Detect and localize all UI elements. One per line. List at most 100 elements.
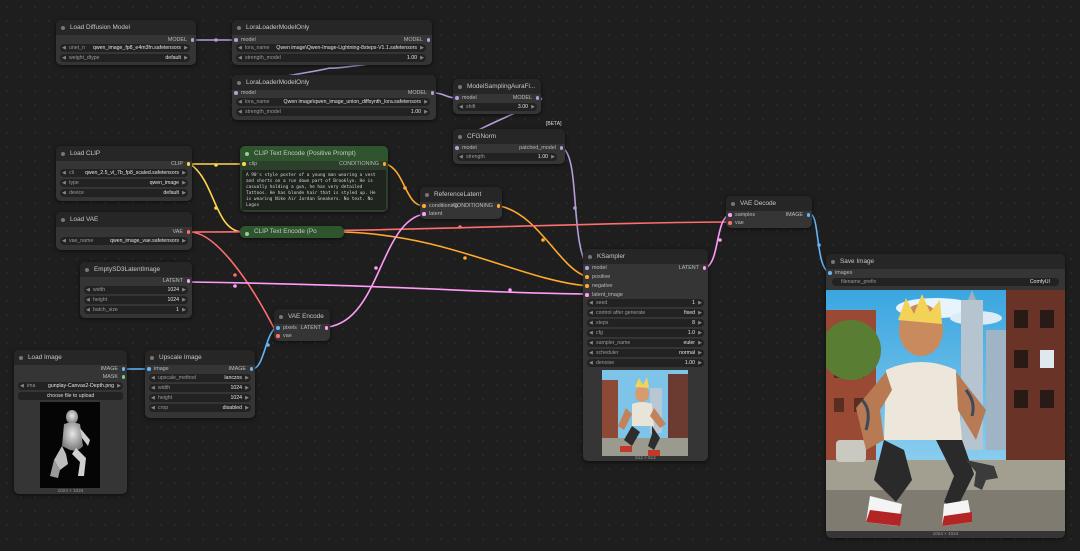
node-title[interactable]: Load Diffusion Model [56, 20, 196, 35]
output-image[interactable]: IMAGE [229, 365, 254, 373]
steps-widget[interactable]: ◀ steps 8 ▶ [587, 319, 704, 327]
wire-clip-neg [189, 163, 244, 233]
node-lora-loader-1[interactable]: LoraLoaderModelOnly model MODEL ◀ lora_na… [232, 20, 432, 65]
input-latent-image[interactable]: latent_image [585, 291, 623, 299]
upscale-method-widget[interactable]: ◀ upscale_method lanczos ▶ [149, 374, 251, 382]
node-title[interactable]: VAE Encode [274, 309, 330, 324]
vae-name-widget[interactable]: ◀ vae_name qwen_image_vae.safetensors ▶ [60, 237, 188, 245]
node-clip-text-encode-negative[interactable]: CLIP Text Encode (Po [240, 226, 344, 238]
crop-widget[interactable]: ◀ crop disabled ▶ [149, 404, 251, 412]
positive-prompt-textarea[interactable]: A 90's style poster of a young man weari… [242, 170, 386, 210]
clip-type-widget[interactable]: ◀ type qwen_image ▶ [60, 179, 188, 187]
input-model[interactable]: model [455, 144, 477, 152]
node-title[interactable]: Save Image [826, 254, 1065, 269]
input-vae[interactable]: vae [728, 219, 744, 227]
input-latent[interactable]: latent [422, 210, 442, 218]
output-model[interactable]: MODEL [513, 94, 540, 102]
clip-name-widget[interactable]: ◀ cli qwen_2.5_vl_7b_fp8_scaled.safetensor… [60, 169, 188, 177]
input-clip[interactable]: clip [242, 160, 257, 168]
node-load-clip[interactable]: Load CLIP CLIP ◀ cli qwen_2.5_vl_7b_fp8_sc… [56, 146, 192, 201]
scheduler-widget[interactable]: ◀ scheduler normal ▶ [587, 349, 704, 357]
output-conditioning[interactable]: CONDITIONING [339, 160, 386, 168]
input-image[interactable]: image [147, 365, 169, 373]
output-image[interactable]: IMAGE [101, 365, 126, 373]
node-title[interactable]: ReferenceLatent [420, 187, 502, 202]
node-save-image[interactable]: Save Image images filename_prefix ComfyUI [826, 254, 1065, 538]
node-title[interactable]: EmptySD3LatentImage [80, 262, 192, 277]
input-images[interactable]: images [828, 269, 852, 277]
output-clip[interactable]: CLIP [171, 160, 190, 168]
node-title[interactable]: Load Image [14, 350, 127, 365]
input-samples[interactable]: samples [728, 211, 755, 219]
node-clip-text-encode-positive[interactable]: CLIP Text Encode (Positive Prompt) clip … [240, 146, 388, 212]
node-title[interactable]: CFGNorm [453, 129, 565, 144]
node-title[interactable]: LoraLoaderModelOnly [232, 75, 436, 90]
node-load-image[interactable]: Load Image IMAGE MASK ◀ ima gunplay-Canvas… [14, 350, 127, 494]
node-title[interactable]: Upscale Image [145, 350, 255, 365]
preview-size-caption: 512 × 512 [635, 455, 656, 460]
denoise-widget[interactable]: ◀ denoise 1.00 ▶ [587, 359, 704, 367]
input-positive[interactable]: positive [585, 273, 610, 281]
output-latent[interactable]: LATENT [163, 277, 191, 285]
output-model[interactable]: MODEL [168, 36, 195, 44]
node-title[interactable]: CLIP Text Encode (Po [240, 226, 344, 238]
sampler-name-widget[interactable]: ◀ sampler_name euler ▶ [587, 339, 704, 347]
input-model[interactable]: model [234, 36, 256, 44]
lora-name-widget[interactable]: ◀ lora_name Qwen image\Qwen-Image-Lightnin… [236, 44, 426, 52]
node-lora-loader-2[interactable]: LoraLoaderModelOnly model MODEL ◀ lora_na… [232, 75, 436, 120]
node-title[interactable]: CLIP Text Encode (Positive Prompt) [240, 146, 388, 161]
output-model[interactable]: MODEL [408, 89, 435, 97]
input-model[interactable]: model [585, 264, 607, 272]
wire-cond-1 [385, 163, 425, 207]
output-image[interactable]: IMAGE [786, 211, 811, 219]
node-title[interactable]: KSampler [583, 249, 708, 264]
node-cfgnorm[interactable]: CFGNorm model patched_model ◀ strength 1.0… [453, 129, 565, 164]
node-title[interactable]: LoraLoaderModelOnly [232, 20, 432, 35]
node-vae-encode[interactable]: VAE Encode pixels LATENT vae [274, 309, 330, 341]
wire-latent-empty [189, 281, 589, 295]
node-upscale-image[interactable]: Upscale Image image IMAGE ◀ upscale_metho… [145, 350, 255, 418]
output-conditioning[interactable]: CONDITIONING [453, 202, 500, 210]
output-latent[interactable]: LATENT [301, 324, 329, 332]
input-model[interactable]: model [234, 89, 256, 97]
width-widget[interactable]: ◀ width 1024 ▶ [149, 384, 251, 392]
output-model[interactable]: MODEL [404, 36, 431, 44]
height-widget[interactable]: ◀ height 1024 ▶ [84, 296, 188, 304]
upload-button[interactable]: choose file to upload [18, 392, 123, 400]
output-mask[interactable]: MASK [103, 373, 126, 381]
weight-dtype-widget[interactable]: ◀ weight_dtype default ▶ [60, 54, 190, 62]
image-select-widget[interactable]: ◀ ima gunplay-Canvas2-Depth.png ▶ [18, 382, 123, 390]
node-title[interactable]: VAE Decode [726, 196, 812, 211]
lora-name-widget[interactable]: ◀ lora_name Qwen image\qwen_image_union_di… [236, 98, 430, 106]
control-after-generate-widget[interactable]: ◀ control after generate fixed ▶ [587, 309, 704, 317]
strength-widget[interactable]: ◀ strength 1.00 ▶ [457, 153, 557, 161]
output-vae[interactable]: VAE [173, 228, 191, 236]
input-negative[interactable]: negative [585, 282, 612, 290]
width-widget[interactable]: ◀ width 1024 ▶ [84, 286, 188, 294]
node-title[interactable]: ModelSamplingAuraFl... [453, 79, 541, 94]
node-model-sampling-aura-flow[interactable]: ModelSamplingAuraFl... model MODEL ◀ shif… [453, 79, 541, 114]
node-title[interactable]: Load VAE [56, 212, 192, 227]
input-vae[interactable]: vae [276, 332, 292, 340]
node-empty-sd3-latent-image[interactable]: EmptySD3LatentImage LATENT ◀ width 1024 ▶ ◀… [80, 262, 192, 318]
node-vae-decode[interactable]: VAE Decode samples IMAGE vae [726, 196, 812, 228]
node-title[interactable]: Load CLIP [56, 146, 192, 161]
node-load-vae[interactable]: Load VAE VAE ◀ vae_name qwen_image_vae.saf… [56, 212, 192, 250]
strength-model-widget[interactable]: ◀ strength_model 1.00 ▶ [236, 54, 426, 62]
seed-widget[interactable]: ◀ seed 1 ▶ [587, 299, 704, 307]
device-widget[interactable]: ◀ device default ▶ [60, 189, 188, 197]
node-reference-latent[interactable]: ReferenceLatent conditioning CONDITIONIN… [420, 187, 502, 219]
node-load-diffusion-model[interactable]: Load Diffusion Model MODEL ◀ unet_n qwen_i… [56, 20, 196, 65]
strength-model-widget[interactable]: ◀ strength_model 1.00 ▶ [236, 108, 430, 116]
shift-widget[interactable]: ◀ shift 3.00 ▶ [457, 103, 537, 111]
filename-prefix-widget[interactable]: filename_prefix ComfyUI [832, 278, 1059, 286]
cfg-widget[interactable]: ◀ cfg 1.0 ▶ [587, 329, 704, 337]
input-model[interactable]: model [455, 94, 477, 102]
output-patched-model[interactable]: patched_model [519, 144, 563, 152]
input-pixels[interactable]: pixels [276, 324, 297, 332]
output-latent[interactable]: LATENT [679, 264, 707, 272]
batch-size-widget[interactable]: ◀ batch_size 1 ▶ [84, 306, 188, 314]
unet-name-widget[interactable]: ◀ unet_n qwen_image_fp8_e4m3fn.safetensors… [60, 44, 190, 52]
node-ksampler[interactable]: KSampler model LATENT positive negative … [583, 249, 708, 461]
height-widget[interactable]: ◀ height 1024 ▶ [149, 394, 251, 402]
